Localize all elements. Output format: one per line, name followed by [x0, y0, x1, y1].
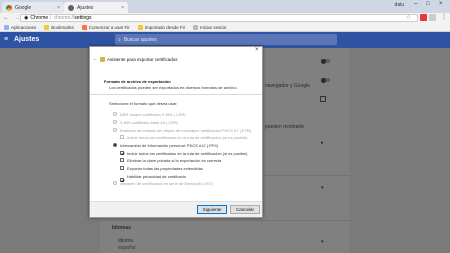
url-path: settings: [74, 15, 92, 21]
folder-icon: [137, 24, 143, 30]
close-tab-icon[interactable]: ×: [121, 5, 124, 11]
firefox-icon: [81, 24, 87, 30]
bookmark-apps[interactable]: Aplicaciones: [4, 24, 36, 30]
scheme-label: Chrome: [30, 15, 49, 21]
extension-icon[interactable]: [429, 14, 436, 21]
radio-sst[interactable]: [113, 181, 117, 185]
settings-gear-icon: [68, 4, 74, 11]
page-title: Ajustes: [14, 36, 40, 43]
profile-name[interactable]: daiu: [395, 2, 404, 8]
separator: |: [50, 15, 52, 21]
url-prefix: chrome://: [53, 15, 75, 21]
option-label: Intercambio de información personal: PKC…: [120, 143, 219, 148]
option-label: Exportar todas las propiedades extendida…: [127, 166, 203, 171]
option-label: Incluir todos los certificados en la rut…: [127, 135, 248, 140]
option-label: DER binario codificado X.509 (.CER): [120, 112, 186, 117]
toggle-switch[interactable]: [321, 78, 330, 82]
toggle-switch[interactable]: [321, 59, 330, 63]
close-window-button[interactable]: ×: [439, 1, 443, 7]
chevron-down-icon[interactable]: ▾: [321, 185, 324, 191]
bookmark-folder[interactable]: Bookmarks: [44, 24, 74, 30]
option-label: Incluir todos los certificados en la rut…: [127, 151, 248, 156]
minimize-button[interactable]: –: [414, 1, 417, 7]
option-label: Eliminar la clave privada si la exportac…: [127, 158, 222, 163]
bookmark-item[interactable]: Comenzar a usar Fir: [81, 24, 130, 30]
settings-search-input[interactable]: ⌕ Buscar ajustes: [115, 34, 337, 45]
option-label: Estándar de sintaxis de cifrado de mensa…: [120, 128, 251, 133]
certificate-icon: [100, 57, 105, 62]
menu-dots-icon[interactable]: ⋮: [441, 13, 447, 20]
section-description: Los certificados pueden ser exportados e…: [109, 85, 238, 90]
bookmarks-bar: Aplicaciones Bookmarks Comenzar a usar F…: [0, 23, 450, 32]
tab-ajustes[interactable]: Ajustes ×: [64, 2, 128, 13]
radio-der[interactable]: [113, 112, 117, 116]
divider: [90, 94, 262, 95]
radio-pkcs12[interactable]: [113, 143, 117, 147]
bookmark-item[interactable]: Iniciar sesión: [193, 24, 226, 30]
language-label: Idioma: [118, 238, 134, 244]
option-label: X.509 codificado base 64 (.CER): [120, 120, 179, 125]
radio-base64[interactable]: [113, 120, 117, 124]
wizard-title: Asistente para exportar certificados: [107, 57, 178, 62]
chrome-icon: ◉: [24, 15, 29, 21]
next-button[interactable]: Siguiente: [197, 205, 227, 214]
chevron-right-icon[interactable]: ▸: [321, 140, 324, 146]
tab-google[interactable]: Google ×: [2, 2, 64, 13]
cancel-button[interactable]: Cancelar: [230, 205, 260, 214]
language-value: español: [118, 245, 136, 251]
apps-grid-icon: [4, 24, 9, 30]
address-bar[interactable]: ◉ Chrome | chrome://settings: [20, 14, 418, 22]
bookmark-folder[interactable]: Importado desde Fir: [137, 24, 185, 30]
radio-pkcs7[interactable]: [113, 128, 117, 132]
languages-section-header: Idiomas: [112, 225, 131, 231]
google-favicon-icon: [6, 4, 12, 11]
checkbox-pkcs7-include-all[interactable]: [120, 135, 124, 139]
star-folder-icon: [44, 24, 50, 30]
close-tab-icon[interactable]: ×: [57, 5, 60, 11]
close-dialog-button[interactable]: ×: [255, 47, 259, 53]
open-external-icon[interactable]: [320, 96, 326, 102]
back-icon[interactable]: ←: [3, 15, 9, 21]
page-icon: [193, 24, 199, 30]
hamburger-menu-icon[interactable]: ≡: [4, 36, 10, 43]
maximize-button[interactable]: □: [426, 1, 430, 7]
back-arrow-icon[interactable]: ←: [93, 56, 98, 62]
star-icon[interactable]: ☆: [406, 14, 411, 21]
format-prompt: Seleccione el formato que desea usar:: [109, 101, 178, 106]
search-icon: ⌕: [118, 36, 121, 43]
divider: [100, 220, 350, 221]
settings-row-text: navegador y Google: [265, 83, 311, 89]
chevron-down-icon[interactable]: ▾: [321, 239, 324, 245]
checkbox-export-extended-properties[interactable]: [120, 166, 124, 170]
settings-row-text: pueden mostrarte: [265, 124, 305, 130]
section-title: Formato de archivo de exportación: [104, 79, 171, 84]
option-label: Almacén de certificados en serie de Micr…: [120, 181, 214, 186]
checkbox-delete-private-key[interactable]: [120, 158, 124, 162]
extension-shield-icon[interactable]: [420, 14, 427, 21]
checkbox-include-all-certs[interactable]: [120, 151, 124, 155]
option-label: Habilitar privacidad de certificado: [127, 174, 186, 179]
